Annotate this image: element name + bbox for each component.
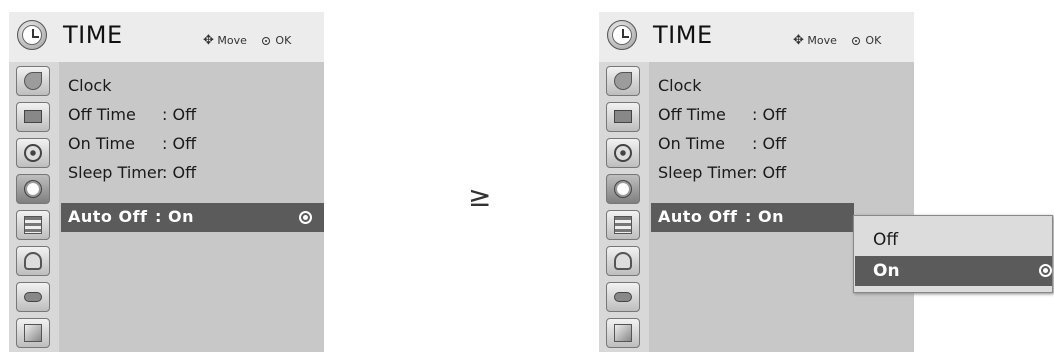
menu-item-sleep-timer[interactable]: Sleep Timer: Off <box>658 163 786 182</box>
menu-item-clock[interactable]: Clock <box>68 76 111 95</box>
time-icon[interactable] <box>606 174 640 204</box>
antenna-icon[interactable] <box>16 66 50 96</box>
picture-icon[interactable] <box>16 102 50 132</box>
auto-off-value: : On <box>745 207 784 226</box>
input-icon[interactable] <box>16 282 50 312</box>
menu-panel: Clock Off Time: Off On Time: Off Sleep T… <box>59 62 324 352</box>
off-time-value: : Off <box>752 105 787 124</box>
picture-icon[interactable] <box>606 102 640 132</box>
ok-hint-label: OK <box>275 34 292 47</box>
antenna-icon[interactable] <box>606 66 640 96</box>
lock-icon[interactable] <box>606 246 640 276</box>
clock-icon <box>17 20 47 50</box>
selected-radio-icon <box>299 211 312 224</box>
option-icon[interactable] <box>606 210 640 240</box>
move-hint-label: Move <box>217 34 247 47</box>
menu-item-off-time[interactable]: Off Time: Off <box>68 105 196 124</box>
option-on-label: On <box>873 261 900 281</box>
time-icon[interactable] <box>16 174 50 204</box>
usb-icon[interactable] <box>16 318 50 348</box>
time-menu-before: TIME ✥ Move OK Clock Off Time: Off On Ti… <box>9 12 324 352</box>
on-time-value: : Off <box>162 134 197 153</box>
auto-off-label: Auto Off <box>68 207 148 226</box>
option-icon[interactable] <box>16 210 50 240</box>
menu-item-off-time[interactable]: Off Time: Off <box>658 105 786 124</box>
menu-item-on-time[interactable]: On Time: Off <box>658 134 786 153</box>
lock-icon[interactable] <box>16 246 50 276</box>
audio-icon[interactable] <box>606 138 640 168</box>
move-arrows-icon: ✥ <box>793 33 804 48</box>
on-time-value: : Off <box>752 134 787 153</box>
off-time-value: : Off <box>162 105 197 124</box>
menu-item-auto-off[interactable]: Auto Off : On <box>61 203 324 232</box>
ok-hint-label: OK <box>865 34 882 47</box>
sleep-timer-value: : Off <box>752 163 787 182</box>
auto-off-options-popup: Off On <box>853 215 1053 293</box>
menu-item-auto-off[interactable]: Auto Off : On <box>651 203 854 232</box>
option-off[interactable]: Off <box>873 230 898 250</box>
audio-icon[interactable] <box>16 138 50 168</box>
nav-hint: ✥ Move OK <box>203 33 291 48</box>
menu-item-on-time[interactable]: On Time: Off <box>68 134 196 153</box>
time-menu-after: TIME ✥ Move OK Clock Off Time: Off On Ti… <box>599 12 914 352</box>
input-icon[interactable] <box>606 282 640 312</box>
menu-title: TIME <box>653 21 713 49</box>
menu-item-sleep-timer[interactable]: Sleep Timer: Off <box>68 163 196 182</box>
category-sidebar <box>9 62 59 352</box>
menu-panel: Clock Off Time: Off On Time: Off Sleep T… <box>649 62 914 352</box>
clock-icon <box>607 20 637 50</box>
sleep-timer-value: : Off <box>162 163 197 182</box>
usb-icon[interactable] <box>606 318 640 348</box>
next-step-arrow-icon: ≥ <box>468 180 492 213</box>
menu-header: TIME ✥ Move OK <box>9 12 324 62</box>
nav-hint: ✥ Move OK <box>793 33 881 48</box>
ok-button-icon <box>852 37 861 45</box>
option-on[interactable]: On <box>855 256 1052 286</box>
ok-button-icon <box>262 37 271 45</box>
category-sidebar <box>599 62 649 352</box>
menu-item-clock[interactable]: Clock <box>658 76 701 95</box>
auto-off-value: : On <box>155 207 194 226</box>
move-hint-label: Move <box>807 34 837 47</box>
menu-header: TIME ✥ Move OK <box>599 12 914 62</box>
move-arrows-icon: ✥ <box>203 33 214 48</box>
auto-off-label: Auto Off <box>658 207 738 226</box>
selected-radio-icon <box>1039 264 1052 277</box>
menu-title: TIME <box>63 21 123 49</box>
